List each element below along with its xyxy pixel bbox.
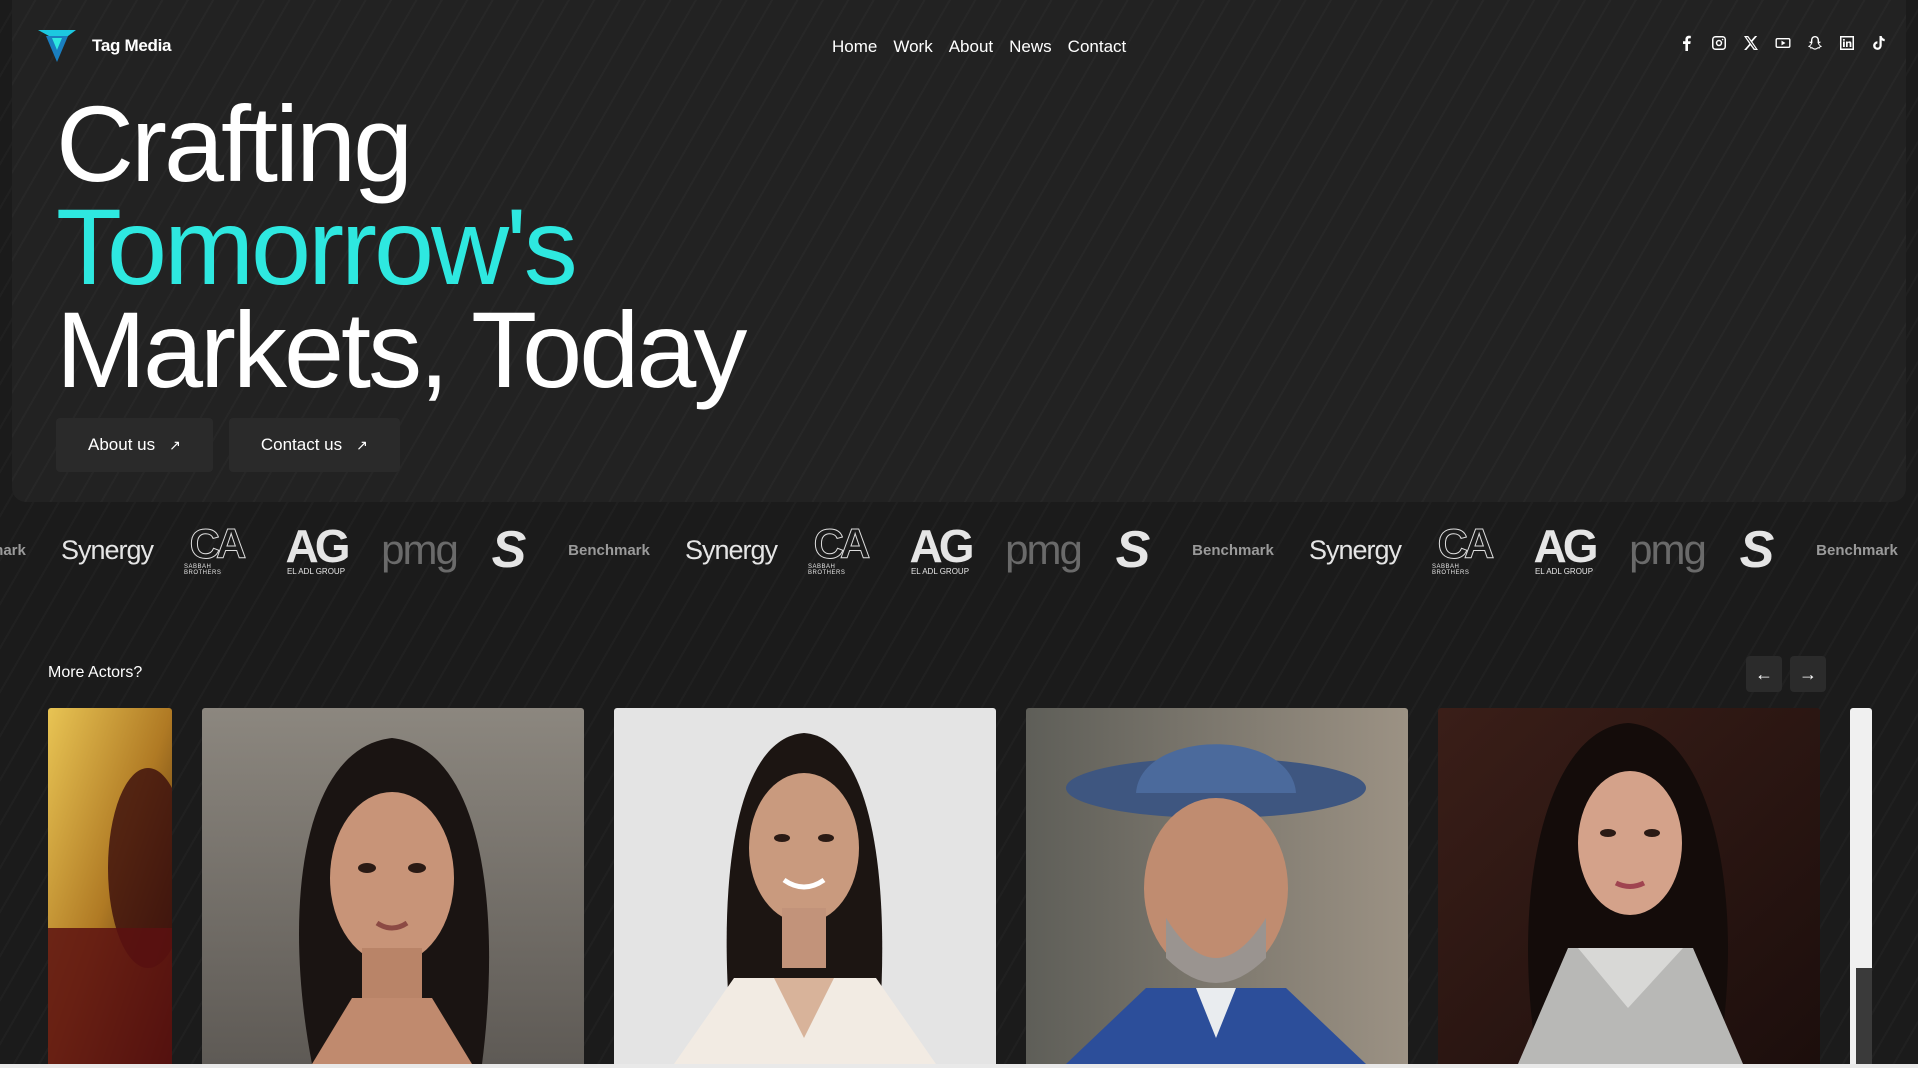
- arrow-up-right-icon: ↗: [356, 436, 368, 453]
- actor-photo: [1438, 708, 1820, 1064]
- more-actors-title: More Actors?: [48, 664, 143, 681]
- actor-photo: [1850, 708, 1872, 1064]
- tiktok-icon[interactable]: [1870, 34, 1888, 52]
- nav-contact[interactable]: Contact: [1068, 37, 1127, 57]
- tag-media-logo-icon: [38, 30, 76, 62]
- s-logo: S: [491, 521, 527, 579]
- x-icon[interactable]: [1742, 34, 1760, 52]
- nav-work[interactable]: Work: [893, 37, 932, 57]
- sabbah-brothers-logo: CA SABBAH BROTHERS: [808, 520, 871, 576]
- pmg-logo: pmg: [381, 526, 459, 573]
- actor-photo: [1026, 708, 1408, 1064]
- sabbah-brothers-logo: CA SABBAH BROTHERS: [184, 520, 247, 576]
- about-us-button[interactable]: About us ↗: [56, 418, 213, 472]
- client-logos-marquee: Benchmark Synergy CASABBAH BROTHERS AGEL…: [0, 510, 1918, 590]
- benchmark-logo: Benchmark: [0, 541, 26, 559]
- client-logos-track: Benchmark Synergy CASABBAH BROTHERS AGEL…: [0, 510, 1918, 590]
- actor-photo: [614, 708, 996, 1064]
- facebook-icon[interactable]: [1678, 34, 1696, 52]
- synergy-logo: Synergy: [60, 534, 154, 565]
- nav-news[interactable]: News: [1009, 37, 1052, 57]
- el-adl-group-logo: AG EL ADL GROUP: [285, 519, 351, 576]
- carousel-prev-button[interactable]: ←: [1746, 656, 1782, 692]
- pmg-logo: pmg: [1005, 526, 1083, 573]
- main-nav: Home Work About News Contact: [832, 37, 1126, 57]
- actor-photo: [202, 708, 584, 1064]
- actor-card[interactable]: [48, 708, 172, 1064]
- contact-us-button[interactable]: Contact us ↗: [228, 418, 400, 472]
- about-us-label: About us: [88, 435, 156, 454]
- carousel-next-button[interactable]: →: [1790, 656, 1826, 692]
- contact-us-label: Contact us: [260, 435, 343, 454]
- snapchat-icon[interactable]: [1806, 34, 1824, 52]
- youtube-icon[interactable]: [1774, 34, 1792, 52]
- synergy-logo: Synergy: [1308, 534, 1402, 565]
- synergy-logo: Synergy: [684, 534, 778, 565]
- carousel-controls: ← →: [1746, 656, 1826, 692]
- hero-section: Tag Media Home Work About News Contact C…: [12, 0, 1906, 502]
- benchmark-logo: Benchmark: [568, 541, 650, 559]
- sabbah-brothers-logo: CA SABBAH BROTHERS: [1432, 520, 1495, 576]
- linkedin-icon[interactable]: [1838, 34, 1856, 52]
- hero-buttons: About us ↗ Contact us ↗: [56, 418, 400, 472]
- nav-home[interactable]: Home: [832, 37, 877, 57]
- benchmark-logo: Benchmark: [1192, 541, 1274, 559]
- brand-logo[interactable]: Tag Media: [38, 28, 171, 64]
- headline-line-3: Markets, Today: [56, 289, 747, 410]
- benchmark-logo: Benchmark: [1816, 541, 1898, 559]
- actor-photo: [48, 708, 172, 1064]
- actor-card[interactable]: [202, 708, 584, 1064]
- actor-card[interactable]: [614, 708, 996, 1064]
- social-links: [1678, 34, 1888, 52]
- actor-card[interactable]: [1850, 708, 1872, 1064]
- actor-card[interactable]: [1438, 708, 1820, 1064]
- headline-line-1: Crafting: [56, 83, 413, 204]
- el-adl-group-logo: AG EL ADL GROUP: [909, 519, 975, 576]
- arrow-up-right-icon: ↗: [169, 436, 181, 453]
- s-logo: S: [1115, 521, 1151, 579]
- el-adl-group-logo: AG EL ADL GROUP: [1533, 519, 1599, 576]
- brand-name: Tag Media: [92, 36, 172, 55]
- hero-headline: Crafting Tomorrow's Markets, Today: [56, 83, 747, 410]
- headline-line-2: Tomorrow's: [56, 186, 578, 307]
- actors-carousel: [0, 708, 1918, 1064]
- nav-about[interactable]: About: [949, 37, 993, 57]
- actor-card[interactable]: [1026, 708, 1408, 1064]
- s-logo: S: [1739, 521, 1775, 579]
- bottom-edge: [0, 1064, 1918, 1068]
- instagram-icon[interactable]: [1710, 34, 1728, 52]
- pmg-logo: pmg: [1629, 526, 1707, 573]
